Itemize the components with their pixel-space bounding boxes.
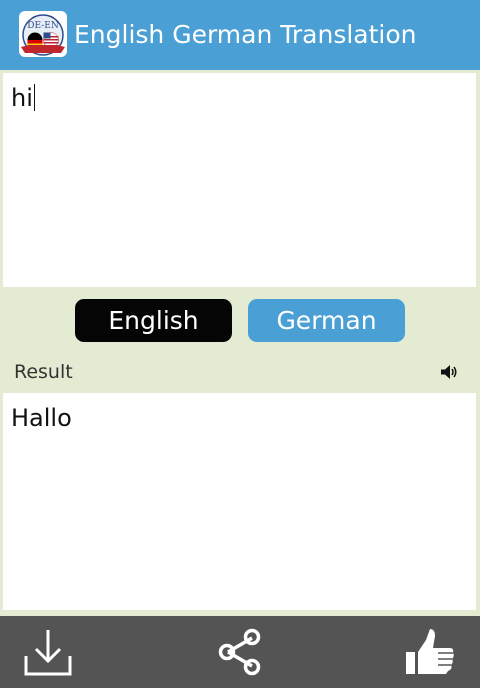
app-title: English German Translation (74, 20, 417, 49)
result-panel: Hallo (3, 393, 476, 610)
text-cursor (33, 84, 35, 111)
flag-logo-icon: DE-EN (19, 11, 67, 57)
download-icon[interactable] (22, 626, 74, 678)
source-text-value: hi (11, 84, 33, 112)
thumbs-up-icon[interactable] (404, 626, 456, 678)
target-language-button[interactable]: German (248, 299, 405, 342)
result-text: Hallo (11, 404, 72, 432)
source-language-button[interactable]: English (75, 299, 232, 342)
speaker-icon[interactable] (440, 363, 458, 381)
result-label: Result (14, 361, 73, 383)
share-icon[interactable] (214, 626, 266, 678)
bottom-toolbar (0, 616, 480, 688)
logo-text: DE-EN (27, 21, 59, 31)
app-bar: DE-EN English German Translation (0, 0, 480, 70)
source-text-input[interactable]: hi (3, 73, 476, 287)
